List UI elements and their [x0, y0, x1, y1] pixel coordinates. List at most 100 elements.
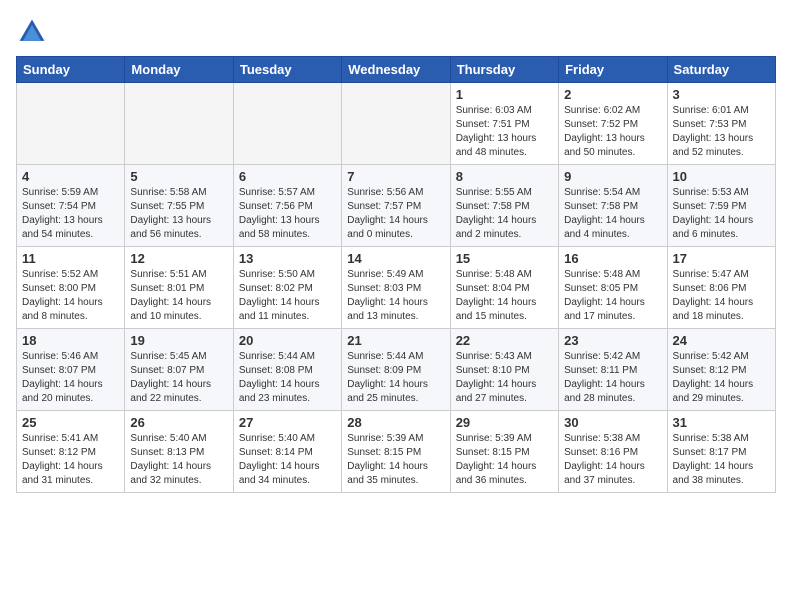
calendar-week-row: 1Sunrise: 6:03 AM Sunset: 7:51 PM Daylig… — [17, 83, 776, 165]
calendar-cell: 15 Sunrise: 5:48 AM Sunset: 8:04 PM Dayli… — [450, 247, 558, 329]
day-number: 26 — [130, 415, 227, 430]
day-info: Sunrise: 5:41 AM Sunset: 8:12 PM Dayligh… — [22, 432, 119, 488]
day-number: 18 — [22, 333, 119, 348]
day-number: 2 — [564, 87, 661, 102]
day-info: Sunrise: 5:42 AM Sunset: 8:12 PM Dayligh… — [673, 350, 770, 406]
day-number: 31 — [673, 415, 770, 430]
calendar-cell: 6 Sunrise: 5:57 AM Sunset: 7:56 PM Daylig… — [233, 165, 341, 247]
day-number: 20 — [239, 333, 336, 348]
calendar-table: SundayMondayTuesdayWednesdayThursdayFrid… — [16, 56, 776, 493]
calendar-cell — [17, 83, 125, 165]
day-info: Sunrise: 5:49 AM Sunset: 8:03 PM Dayligh… — [347, 268, 444, 324]
day-number: 21 — [347, 333, 444, 348]
day-info: Sunrise: 5:38 AM Sunset: 8:17 PM Dayligh… — [673, 432, 770, 488]
day-info: Sunrise: 5:43 AM Sunset: 8:10 PM Dayligh… — [456, 350, 553, 406]
day-number: 19 — [130, 333, 227, 348]
calendar-cell: 9 Sunrise: 5:54 AM Sunset: 7:58 PM Daylig… — [559, 165, 667, 247]
calendar-cell: 12 Sunrise: 5:51 AM Sunset: 8:01 PM Dayli… — [125, 247, 233, 329]
calendar-cell: 14 Sunrise: 5:49 AM Sunset: 8:03 PM Dayli… — [342, 247, 450, 329]
calendar-cell: 11Sunrise: 5:52 AM Sunset: 8:00 PM Dayli… — [17, 247, 125, 329]
day-info: Sunrise: 5:58 AM Sunset: 7:55 PM Dayligh… — [130, 186, 227, 242]
day-info: Sunrise: 5:45 AM Sunset: 8:07 PM Dayligh… — [130, 350, 227, 406]
day-number: 3 — [673, 87, 770, 102]
calendar-week-row: 4Sunrise: 5:59 AM Sunset: 7:54 PM Daylig… — [17, 165, 776, 247]
calendar-cell: 4Sunrise: 5:59 AM Sunset: 7:54 PM Daylig… — [17, 165, 125, 247]
weekday-header-monday: Monday — [125, 57, 233, 83]
day-info: Sunrise: 5:40 AM Sunset: 8:14 PM Dayligh… — [239, 432, 336, 488]
calendar-cell: 25 Sunrise: 5:41 AM Sunset: 8:12 PM Dayli… — [17, 411, 125, 493]
calendar-week-row: 25 Sunrise: 5:41 AM Sunset: 8:12 PM Dayli… — [17, 411, 776, 493]
day-number: 15 — [456, 251, 553, 266]
day-number: 12 — [130, 251, 227, 266]
calendar-cell: 24 Sunrise: 5:42 AM Sunset: 8:12 PM Dayli… — [667, 329, 775, 411]
calendar-cell: 8 Sunrise: 5:55 AM Sunset: 7:58 PM Daylig… — [450, 165, 558, 247]
day-number: 16 — [564, 251, 661, 266]
weekday-header-thursday: Thursday — [450, 57, 558, 83]
day-info: Sunrise: 5:38 AM Sunset: 8:16 PM Dayligh… — [564, 432, 661, 488]
calendar-cell: 7Sunrise: 5:56 AM Sunset: 7:57 PM Daylig… — [342, 165, 450, 247]
day-number: 17 — [673, 251, 770, 266]
day-number: 14 — [347, 251, 444, 266]
day-number: 28 — [347, 415, 444, 430]
day-info: Sunrise: 5:54 AM Sunset: 7:58 PM Dayligh… — [564, 186, 661, 242]
weekday-header-tuesday: Tuesday — [233, 57, 341, 83]
day-info: Sunrise: 6:02 AM Sunset: 7:52 PM Dayligh… — [564, 104, 661, 160]
day-info: Sunrise: 5:44 AM Sunset: 8:09 PM Dayligh… — [347, 350, 444, 406]
calendar-cell — [233, 83, 341, 165]
calendar-week-row: 18 Sunrise: 5:46 AM Sunset: 8:07 PM Dayli… — [17, 329, 776, 411]
day-number: 8 — [456, 169, 553, 184]
calendar-cell: 27 Sunrise: 5:40 AM Sunset: 8:14 PM Dayli… — [233, 411, 341, 493]
day-number: 5 — [130, 169, 227, 184]
calendar-cell: 13 Sunrise: 5:50 AM Sunset: 8:02 PM Dayli… — [233, 247, 341, 329]
day-number: 1 — [456, 87, 553, 102]
day-number: 30 — [564, 415, 661, 430]
calendar-cell: 1Sunrise: 6:03 AM Sunset: 7:51 PM Daylig… — [450, 83, 558, 165]
day-info: Sunrise: 5:51 AM Sunset: 8:01 PM Dayligh… — [130, 268, 227, 324]
logo-icon — [16, 16, 48, 48]
day-number: 4 — [22, 169, 119, 184]
calendar-cell: 19 Sunrise: 5:45 AM Sunset: 8:07 PM Dayli… — [125, 329, 233, 411]
day-number: 23 — [564, 333, 661, 348]
weekday-header-saturday: Saturday — [667, 57, 775, 83]
weekday-header-row: SundayMondayTuesdayWednesdayThursdayFrid… — [17, 57, 776, 83]
day-info: Sunrise: 5:42 AM Sunset: 8:11 PM Dayligh… — [564, 350, 661, 406]
calendar-cell: 5 Sunrise: 5:58 AM Sunset: 7:55 PM Daylig… — [125, 165, 233, 247]
page-header — [16, 16, 776, 48]
day-number: 22 — [456, 333, 553, 348]
day-number: 25 — [22, 415, 119, 430]
calendar-cell: 20 Sunrise: 5:44 AM Sunset: 8:08 PM Dayli… — [233, 329, 341, 411]
day-info: Sunrise: 5:39 AM Sunset: 8:15 PM Dayligh… — [456, 432, 553, 488]
calendar-cell: 28 Sunrise: 5:39 AM Sunset: 8:15 PM Dayli… — [342, 411, 450, 493]
calendar-cell: 18 Sunrise: 5:46 AM Sunset: 8:07 PM Dayli… — [17, 329, 125, 411]
calendar-cell: 10 Sunrise: 5:53 AM Sunset: 7:59 PM Dayli… — [667, 165, 775, 247]
day-info: Sunrise: 5:53 AM Sunset: 7:59 PM Dayligh… — [673, 186, 770, 242]
day-info: Sunrise: 5:55 AM Sunset: 7:58 PM Dayligh… — [456, 186, 553, 242]
day-number: 9 — [564, 169, 661, 184]
weekday-header-wednesday: Wednesday — [342, 57, 450, 83]
weekday-header-sunday: Sunday — [17, 57, 125, 83]
day-info: Sunrise: 5:39 AM Sunset: 8:15 PM Dayligh… — [347, 432, 444, 488]
calendar-cell: 31 Sunrise: 5:38 AM Sunset: 8:17 PM Dayli… — [667, 411, 775, 493]
day-number: 11 — [22, 251, 119, 266]
day-info: Sunrise: 5:44 AM Sunset: 8:08 PM Dayligh… — [239, 350, 336, 406]
day-info: Sunrise: 5:46 AM Sunset: 8:07 PM Dayligh… — [22, 350, 119, 406]
day-number: 29 — [456, 415, 553, 430]
calendar-cell: 22 Sunrise: 5:43 AM Sunset: 8:10 PM Dayli… — [450, 329, 558, 411]
day-number: 13 — [239, 251, 336, 266]
calendar-cell: 16 Sunrise: 5:48 AM Sunset: 8:05 PM Dayli… — [559, 247, 667, 329]
day-number: 27 — [239, 415, 336, 430]
day-info: Sunrise: 6:01 AM Sunset: 7:53 PM Dayligh… — [673, 104, 770, 160]
day-info: Sunrise: 5:48 AM Sunset: 8:05 PM Dayligh… — [564, 268, 661, 324]
calendar-cell: 23 Sunrise: 5:42 AM Sunset: 8:11 PM Dayli… — [559, 329, 667, 411]
day-info: Sunrise: 5:57 AM Sunset: 7:56 PM Dayligh… — [239, 186, 336, 242]
day-number: 24 — [673, 333, 770, 348]
day-info: Sunrise: 5:40 AM Sunset: 8:13 PM Dayligh… — [130, 432, 227, 488]
day-info: Sunrise: 5:50 AM Sunset: 8:02 PM Dayligh… — [239, 268, 336, 324]
day-number: 10 — [673, 169, 770, 184]
day-info: Sunrise: 5:48 AM Sunset: 8:04 PM Dayligh… — [456, 268, 553, 324]
day-number: 6 — [239, 169, 336, 184]
calendar-cell — [342, 83, 450, 165]
calendar-cell: 21 Sunrise: 5:44 AM Sunset: 8:09 PM Dayli… — [342, 329, 450, 411]
calendar-cell: 29 Sunrise: 5:39 AM Sunset: 8:15 PM Dayli… — [450, 411, 558, 493]
calendar-cell: 30 Sunrise: 5:38 AM Sunset: 8:16 PM Dayli… — [559, 411, 667, 493]
